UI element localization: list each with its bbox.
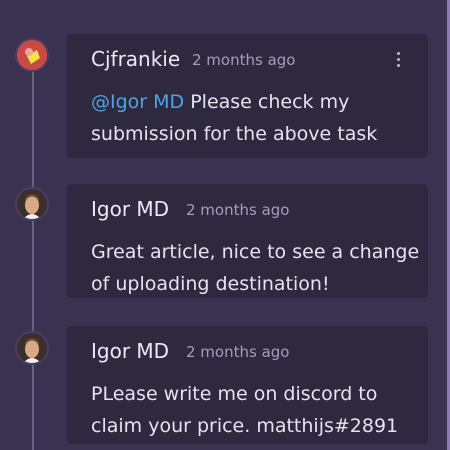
comment-body: @Igor MD Please check my submission for … [91,86,421,150]
thread-line [32,56,34,450]
comment-card: Cjfrankie 2 months ago @Igor MD Please c… [67,34,428,158]
comment-timestamp: 2 months ago [192,51,296,69]
user-mention[interactable]: @Igor MD [91,91,184,113]
comment-author[interactable]: Igor MD [91,339,169,363]
comment-card: Igor MD 2 months ago PLease write me on … [67,326,428,444]
comment-author[interactable]: Cjfrankie [91,47,180,71]
more-vertical-icon[interactable] [396,50,400,72]
comment-author[interactable]: Igor MD [91,197,169,221]
comment-timestamp: 2 months ago [186,343,290,361]
comment-text: Great article, nice to see a change of u… [91,241,420,295]
user-avatar-icon [17,333,47,363]
avatar-igor-md[interactable] [15,331,49,365]
avatar-cjfrankie[interactable] [15,38,49,72]
user-avatar-icon [17,40,47,70]
user-avatar-icon [17,189,47,219]
comment-text: PLease write me on discord to claim your… [91,383,399,437]
avatar-igor-md[interactable] [15,187,49,221]
comment-card: Igor MD 2 months ago Great article, nice… [67,184,428,298]
comment-timestamp: 2 months ago [186,201,290,219]
